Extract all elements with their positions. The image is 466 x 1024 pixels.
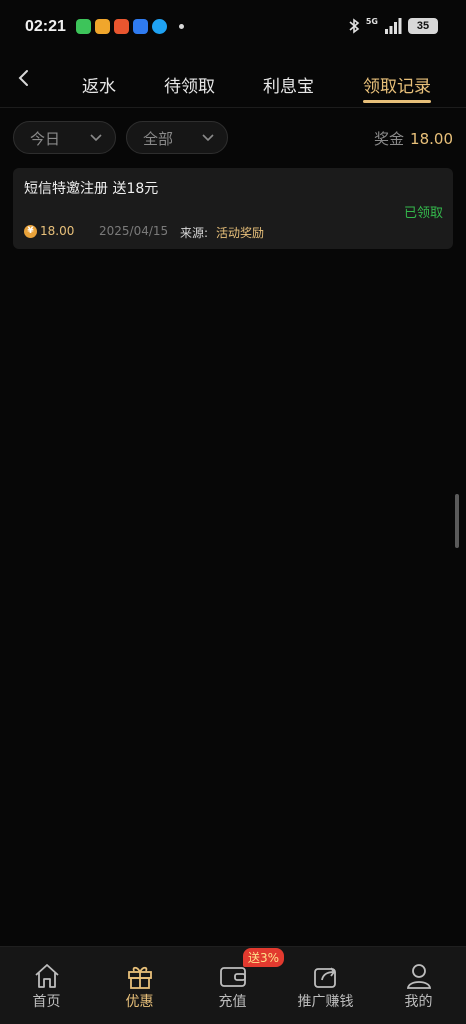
category-filter-value: 全部 xyxy=(143,130,174,148)
nav-promotions-label: 优惠 xyxy=(125,994,154,1010)
nav-home-label: 首页 xyxy=(32,994,61,1010)
share-icon xyxy=(314,967,336,988)
coin-icon: ¥ xyxy=(24,225,37,238)
bottom-nav: 首页 优惠 充值 推广赚钱 我的 xyxy=(0,946,466,1024)
status-time: 02:21 xyxy=(25,18,66,35)
record-date: 2025/04/15 xyxy=(99,224,169,238)
red-app-icon xyxy=(114,19,129,34)
nav-promotions[interactable]: 优惠 xyxy=(93,947,186,1024)
nav-home[interactable]: 首页 xyxy=(0,947,93,1024)
message-app-icon xyxy=(76,19,91,34)
record-status: 已领取 xyxy=(403,206,443,221)
notification-icons xyxy=(76,19,184,34)
bonus-label: 奖金 xyxy=(374,130,405,148)
baidu-app-icon xyxy=(133,19,148,34)
home-icon xyxy=(35,964,59,988)
qq-app-icon xyxy=(152,19,167,34)
chevron-down-icon xyxy=(90,134,102,142)
nav-referral[interactable]: 推广赚钱 xyxy=(279,947,372,1024)
scrollbar[interactable] xyxy=(455,494,459,548)
more-notifications-icon xyxy=(179,24,184,29)
deposit-bonus-badge: 送3% xyxy=(243,948,285,967)
back-arrow-icon[interactable] xyxy=(12,66,36,90)
record-source-value: 活动奖励 xyxy=(216,226,265,240)
nav-deposit-label: 充值 xyxy=(218,994,247,1010)
date-filter-value: 今日 xyxy=(30,130,61,148)
record-amount: 18.00 xyxy=(40,224,75,238)
record-card: 短信特邀注册 送18元 已领取 ¥ 18.00 2025/04/15 来源: 活… xyxy=(13,168,453,249)
tab-rebate[interactable]: 返水 xyxy=(82,72,116,97)
signal-icon xyxy=(385,18,402,34)
active-tab-indicator xyxy=(363,100,431,103)
status-right: 5G 35 xyxy=(348,16,438,34)
bonus-total: 奖金 18.00 xyxy=(374,128,453,149)
chevron-down-icon xyxy=(202,134,214,142)
nav-profile-label: 我的 xyxy=(404,994,433,1010)
category-filter-dropdown[interactable]: 全部 xyxy=(126,121,228,154)
tab-claim-records[interactable]: 领取记录 xyxy=(363,72,431,97)
network-type: 5G xyxy=(365,16,378,26)
bonus-value: 18.00 xyxy=(410,130,453,148)
gift-icon xyxy=(128,966,152,989)
nav-profile[interactable]: 我的 xyxy=(372,947,465,1024)
nav-referral-label: 推广赚钱 xyxy=(297,994,354,1010)
status-bar: 02:21 5G 35 xyxy=(0,0,466,56)
tab-pending[interactable]: 待领取 xyxy=(164,72,215,97)
tab-header: 返水 待领取 利息宝 领取记录 xyxy=(0,56,466,108)
user-icon xyxy=(406,964,432,989)
battery-indicator: 35 xyxy=(408,18,438,34)
bluetooth-icon xyxy=(349,18,360,34)
record-title: 短信特邀注册 送18元 xyxy=(24,181,159,197)
weibo-app-icon xyxy=(95,19,110,34)
tab-interest[interactable]: 利息宝 xyxy=(263,72,314,97)
record-source-label: 来源: xyxy=(180,226,209,240)
date-filter-dropdown[interactable]: 今日 xyxy=(13,121,116,154)
